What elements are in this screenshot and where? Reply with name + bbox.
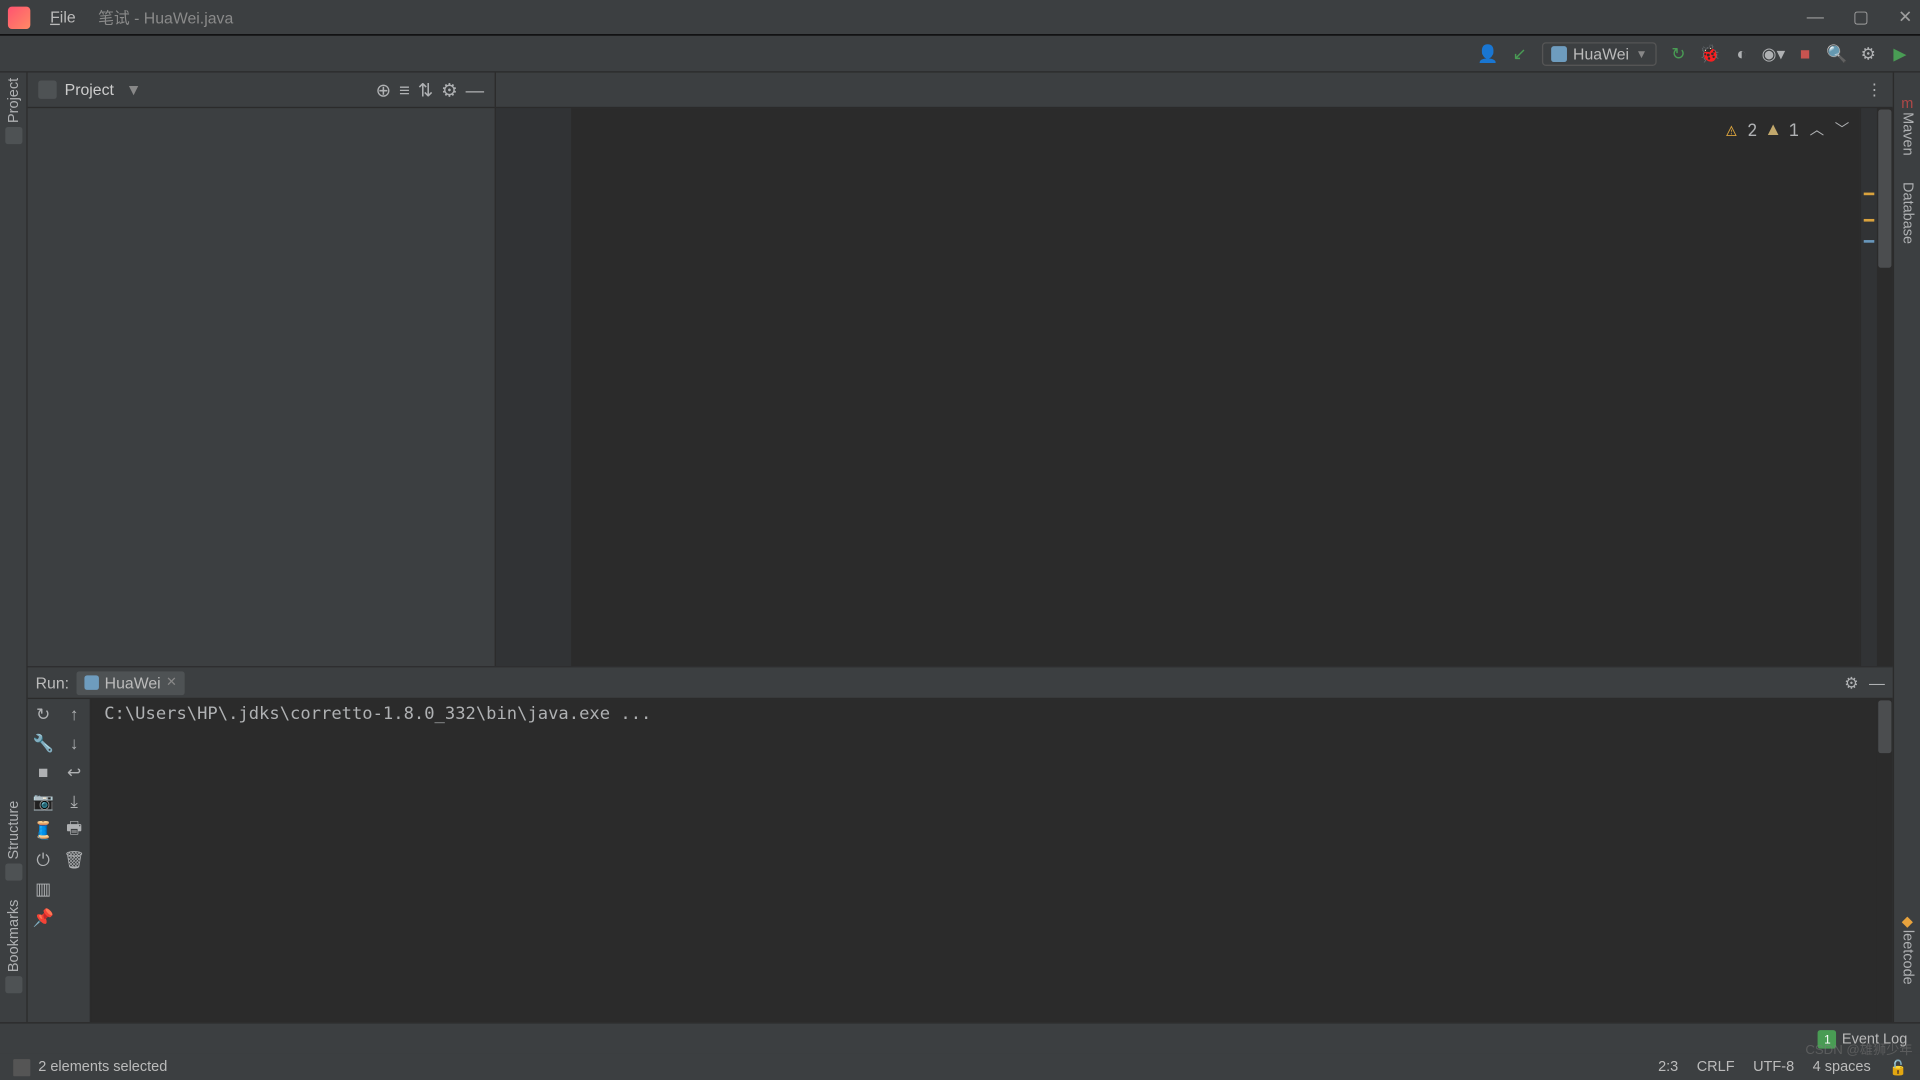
run-config-selector[interactable]: HuaWei ▼: [1541, 42, 1656, 66]
chevron-down-icon: ▼: [1636, 47, 1648, 60]
soft-wrap-icon[interactable]: ↩: [64, 762, 84, 782]
editor-tabs: ⋮: [496, 73, 1893, 109]
hide-icon[interactable]: —: [466, 79, 484, 100]
pin-icon[interactable]: 📌: [33, 907, 53, 927]
wrench-icon[interactable]: 🔧: [33, 733, 53, 753]
expand-all-icon[interactable]: ≡: [399, 79, 410, 100]
project-title: Project: [65, 80, 114, 98]
editor-tabs-menu[interactable]: ⋮: [1856, 73, 1893, 107]
close-button[interactable]: ✕: [1898, 7, 1912, 28]
editor: ⋮ ⚠2 ▲1 ︿ ﹀: [496, 73, 1893, 667]
run-tab[interactable]: HuaWei ✕: [77, 671, 185, 695]
stop-icon[interactable]: ■: [33, 762, 53, 782]
project-view-icon: [38, 80, 56, 98]
coverage-icon[interactable]: ◐: [1732, 44, 1752, 64]
warning-icon: ⚠: [1726, 115, 1736, 147]
close-icon[interactable]: ✕: [166, 675, 177, 690]
scroll-end-icon[interactable]: ⤓: [64, 791, 84, 811]
status-bar: 2 elements selected 2:3 CRLF UTF-8 4 spa…: [0, 1054, 1920, 1080]
right-tool-strip: mMaven Database ◆leetcode: [1893, 73, 1920, 1023]
stop-icon[interactable]: ■: [1795, 44, 1815, 64]
app-icon: [8, 6, 30, 28]
run-gutter: ↻ 🔧 ■ 📷 🧵 ⏻ ▥ 📌 ↑ ↓ ↩: [28, 699, 91, 1022]
gear-icon[interactable]: ⚙: [441, 78, 458, 100]
status-message: 2 elements selected: [38, 1059, 167, 1075]
sync-icon[interactable]: ↙: [1510, 44, 1530, 64]
dump-threads-icon[interactable]: 🧵: [33, 820, 53, 840]
run-output[interactable]: C:\Users\HP\.jdks\corretto-1.8.0_332\bin…: [91, 699, 1877, 1022]
gear-icon[interactable]: ⚙: [1844, 673, 1858, 691]
tool-structure[interactable]: Structure: [5, 801, 22, 881]
prev-highlight-icon[interactable]: ︿: [1810, 115, 1825, 147]
left-tool-strip: Project Structure Bookmarks: [0, 73, 28, 1023]
add-user-icon[interactable]: 👤: [1478, 44, 1498, 64]
editor-gutter[interactable]: [496, 108, 573, 666]
project-panel: Project ▼ ⊕ ≡ ⇅ ⚙ —: [28, 73, 496, 667]
run-scrollbar[interactable]: [1877, 699, 1893, 1022]
next-highlight-icon[interactable]: ﹀: [1835, 115, 1850, 147]
readonly-icon[interactable]: 🔓: [1889, 1058, 1907, 1075]
menubar: File 笔试 - HuaWei.java — ▢ ✕: [0, 0, 1920, 36]
tool-maven[interactable]: mMaven: [1899, 96, 1915, 155]
file-encoding[interactable]: UTF-8: [1753, 1059, 1794, 1075]
chevron-down-icon[interactable]: ▼: [126, 80, 142, 98]
indent-info[interactable]: 4 spaces: [1813, 1059, 1871, 1075]
rerun-icon[interactable]: ↻: [33, 704, 53, 724]
csdn-watermark: CSDN @雄狮少年: [1805, 1038, 1912, 1058]
run-tab-icon: [85, 675, 100, 690]
profiler-icon[interactable]: ◉▾: [1764, 44, 1784, 64]
toolbar: 👤 ↙ HuaWei ▼ ↻ 🐞 ◐ ◉▾ ■ 🔍 ⚙ ▶: [0, 36, 1920, 73]
locate-file-icon[interactable]: ⊕: [376, 78, 391, 100]
play-icon[interactable]: ▶: [1890, 44, 1910, 64]
run-config-label: HuaWei: [1573, 44, 1629, 62]
weak-warning-icon: ▲: [1768, 115, 1778, 147]
tool-project[interactable]: Project: [5, 78, 22, 144]
hide-icon[interactable]: —: [1869, 673, 1885, 691]
run-panel-title: Run:: [36, 673, 69, 691]
search-icon[interactable]: 🔍: [1827, 44, 1847, 64]
caret-position[interactable]: 2:3: [1658, 1059, 1678, 1075]
tool-leetcode[interactable]: ◆leetcode: [1899, 913, 1915, 985]
run-config-icon: [1551, 46, 1567, 62]
minimize-button[interactable]: —: [1807, 7, 1824, 28]
camera-icon[interactable]: 📷: [33, 791, 53, 811]
maximize-button[interactable]: ▢: [1853, 7, 1869, 28]
settings-icon[interactable]: ⚙: [1858, 44, 1878, 64]
down-icon[interactable]: ↓: [64, 733, 84, 753]
tool-database[interactable]: Database: [1899, 182, 1915, 244]
status-icon[interactable]: [13, 1058, 30, 1075]
collapse-all-icon[interactable]: ⇅: [418, 78, 433, 100]
editor-code[interactable]: ⚠2 ▲1 ︿ ﹀: [572, 108, 1859, 666]
editor-scrollbar[interactable]: [1877, 108, 1893, 666]
tool-bookmarks[interactable]: Bookmarks: [5, 900, 22, 994]
menu-file[interactable]: File: [41, 5, 85, 29]
debug-icon[interactable]: 🐞: [1700, 44, 1720, 64]
exit-icon[interactable]: ⏻: [33, 849, 53, 869]
up-icon[interactable]: ↑: [64, 704, 84, 724]
project-tree[interactable]: [28, 108, 495, 666]
layout-icon[interactable]: ▥: [33, 878, 53, 898]
window-title: 笔试 - HuaWei.java: [98, 6, 233, 28]
clear-icon[interactable]: 🗑: [64, 849, 84, 869]
run-icon[interactable]: ↻: [1669, 44, 1689, 64]
run-panel: Run: HuaWei ✕ ⚙ — ↻ 🔧 ■: [28, 666, 1893, 1022]
error-stripe[interactable]: [1860, 108, 1877, 666]
print-icon[interactable]: 🖶: [64, 820, 84, 840]
line-sep[interactable]: CRLF: [1697, 1059, 1735, 1075]
inspection-summary[interactable]: ⚠2 ▲1 ︿ ﹀: [1726, 115, 1849, 147]
bottom-tool-bar: 1 Event Log: [0, 1022, 1920, 1054]
